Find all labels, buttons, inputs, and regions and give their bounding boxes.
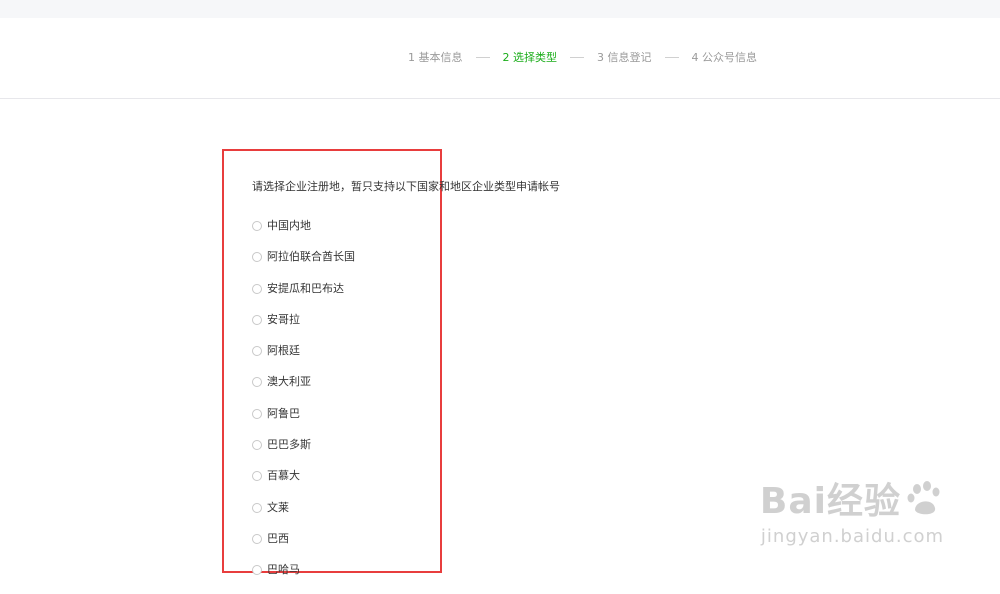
step-select-type: 2 选择类型 xyxy=(502,51,558,64)
step-separator xyxy=(664,56,679,58)
radio-button[interactable] xyxy=(252,252,262,263)
option-antigua-barbuda[interactable]: 安提瓜和巴布达 xyxy=(252,281,355,312)
watermark-brand-text: Bai经验 xyxy=(759,481,901,522)
option-brunei[interactable]: 文莱 xyxy=(252,500,355,531)
radio-button[interactable] xyxy=(252,565,262,576)
radio-button[interactable] xyxy=(252,408,262,419)
top-strip xyxy=(0,0,1000,18)
watermark-logo: Bai经验 xyxy=(760,472,945,524)
radio-button[interactable] xyxy=(252,346,262,357)
option-angola[interactable]: 安哥拉 xyxy=(252,312,355,343)
option-argentina[interactable]: 阿根廷 xyxy=(252,343,355,374)
option-aruba[interactable]: 阿鲁巴 xyxy=(252,406,355,437)
step-account-info: 4 公众号信息 xyxy=(691,51,758,64)
region-instruction: 请选择企业注册地，暂只支持以下国家和地区企业类型申请帐号 xyxy=(252,180,560,193)
step-separator xyxy=(570,56,584,58)
paw-icon xyxy=(907,481,940,515)
step-info-registration: 3 信息登记 xyxy=(597,51,652,64)
option-barbados[interactable]: 巴巴多斯 xyxy=(252,437,355,468)
radio-button[interactable] xyxy=(252,377,262,388)
radio-button[interactable] xyxy=(252,283,262,294)
step-separator xyxy=(475,56,490,58)
option-brazil[interactable]: 巴西 xyxy=(252,531,355,562)
step-basic-info: 1 基本信息 xyxy=(408,51,463,64)
radio-button[interactable] xyxy=(252,471,262,482)
radio-button[interactable] xyxy=(252,221,262,231)
baidu-jingyan-watermark: Bai经验 jingyan.baidu.com xyxy=(760,472,945,547)
radio-button[interactable] xyxy=(252,314,262,325)
radio-button[interactable] xyxy=(252,533,262,544)
option-china-mainland[interactable]: 中国内地 xyxy=(252,218,355,249)
registration-steps: 1 基本信息 2 选择类型 3 信息登记 4 公众号信息 xyxy=(408,49,757,65)
option-bahamas[interactable]: 巴哈马 xyxy=(252,562,355,593)
option-uae[interactable]: 阿拉伯联合酋长国 xyxy=(252,249,355,280)
option-bermuda[interactable]: 百慕大 xyxy=(252,468,355,499)
watermark-url: jingyan.baidu.com xyxy=(760,526,945,547)
option-australia[interactable]: 澳大利亚 xyxy=(252,374,355,405)
radio-button[interactable] xyxy=(252,502,262,513)
radio-button[interactable] xyxy=(252,440,262,451)
region-options-list: 中国内地 阿拉伯联合酋长国 安提瓜和巴布达 安哥拉 阿根廷 澳大利亚 阿鲁巴 巴… xyxy=(252,218,355,594)
